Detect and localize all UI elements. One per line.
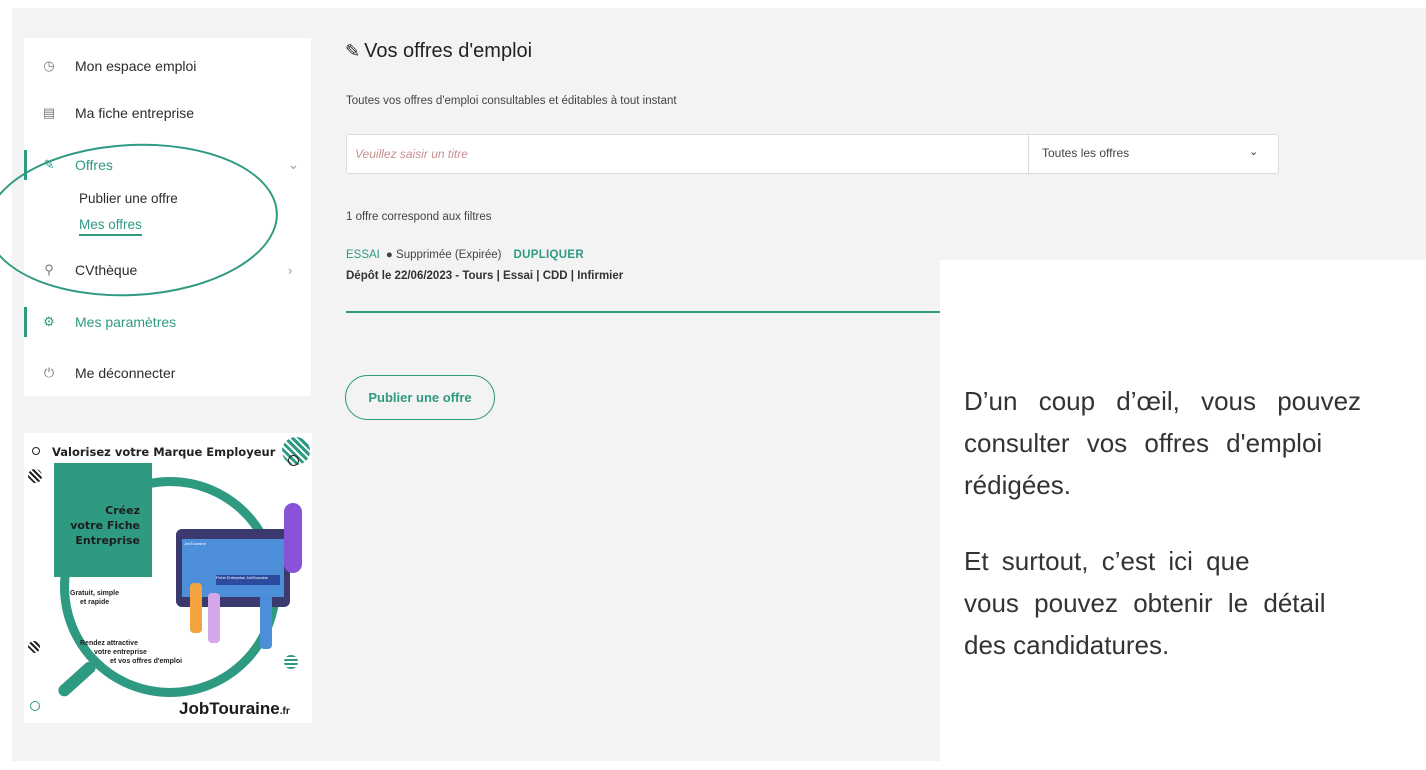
sidebar-item-deconnecter[interactable]: ⏻ Me déconnecter (24, 358, 311, 388)
stripe-decoration (28, 641, 40, 653)
promo-banner[interactable]: Valorisez votre Marque Employeur Créez v… (24, 433, 312, 723)
filter-value: Toutes les offres (1042, 146, 1130, 160)
page-subtitle: Toutes vos offres d'emploi consultables … (346, 95, 677, 107)
banner-cta: Créez votre Fiche Entreprise (70, 504, 140, 547)
title-search-input[interactable] (347, 135, 1029, 173)
active-indicator (24, 307, 27, 337)
search-bar: Toutes les offres ⌄ (346, 134, 1279, 174)
person-illustration (190, 583, 202, 633)
plant-illustration (284, 503, 302, 573)
person-illustration (260, 595, 272, 649)
overlay-line: consulter vos offres d'emploi (964, 428, 1323, 458)
offer-filter-select[interactable]: Toutes les offres ⌄ (1030, 135, 1278, 173)
circle-decoration (32, 447, 40, 455)
clipboard-icon: ▤ (42, 105, 56, 120)
chevron-right-icon: › (288, 262, 293, 278)
page-title: ✎ Vos offres d'emploi (345, 40, 533, 62)
banner-point-2: Rendez attractive votre entreprise et vos … (80, 640, 183, 665)
duplicate-link[interactable]: DUPLIQUER (514, 249, 584, 261)
stripe-decoration (284, 655, 298, 669)
overlay-line: vous pouvez obtenir le détail (964, 588, 1326, 618)
offer-status: ● Supprimée (Expirée) (385, 249, 502, 261)
offer-title-link[interactable]: ESSAI (346, 249, 380, 261)
settings-icon: ⚙ (43, 314, 55, 329)
sidebar-item-parametres[interactable]: ⚙ Mes paramètres (24, 307, 311, 337)
stripe-decoration (28, 469, 42, 483)
dashboard-icon: ◷ (43, 58, 55, 73)
results-count: 1 offre correspond aux filtres (346, 211, 492, 223)
offer-meta: Dépôt le 22/06/2023 - Tours | Essai | CD… (346, 270, 624, 282)
overlay-line: rédigées. (964, 470, 1071, 500)
jobtouraine-logo: JobTouraine.fr (179, 699, 290, 718)
chevron-down-icon: ⌄ (1249, 146, 1259, 158)
circle-decoration (30, 701, 40, 711)
power-icon: ⏻ (43, 365, 55, 380)
overlay-line: D’un coup d’œil, vous pouvez (964, 386, 1362, 416)
banner-point-1: Gratuit, simple et rapide (70, 590, 120, 606)
chevron-down-icon: ⌄ (288, 157, 299, 172)
person-illustration (208, 593, 220, 643)
edit-icon: ✎ (345, 41, 361, 61)
offer-row: ESSAI ● Supprimée (Expirée) DUPLIQUER (346, 249, 584, 261)
sidebar-item-label: Me déconnecter (75, 365, 176, 381)
publish-offer-button[interactable]: Publier une offre (345, 375, 495, 420)
sidebar-item-label: Ma fiche entreprise (75, 105, 195, 121)
explanation-panel: D’un coup d’œil, vous pouvez consulter v… (940, 260, 1426, 770)
banner-title: Valorisez votre Marque Employeur (52, 445, 276, 459)
sidebar-item-fiche-entreprise[interactable]: ▤ Ma fiche entreprise (24, 98, 311, 128)
divider (346, 311, 941, 313)
overlay-line: Et surtout, c’est ici que (964, 546, 1250, 576)
sidebar-item-mon-espace[interactable]: ◷ Mon espace emploi (24, 51, 311, 81)
sidebar-item-label: Mon espace emploi (75, 58, 197, 74)
sidebar-item-label: Mes paramètres (75, 314, 177, 330)
circle-decoration (288, 455, 299, 466)
overlay-line: des candidatures. (964, 630, 1170, 660)
